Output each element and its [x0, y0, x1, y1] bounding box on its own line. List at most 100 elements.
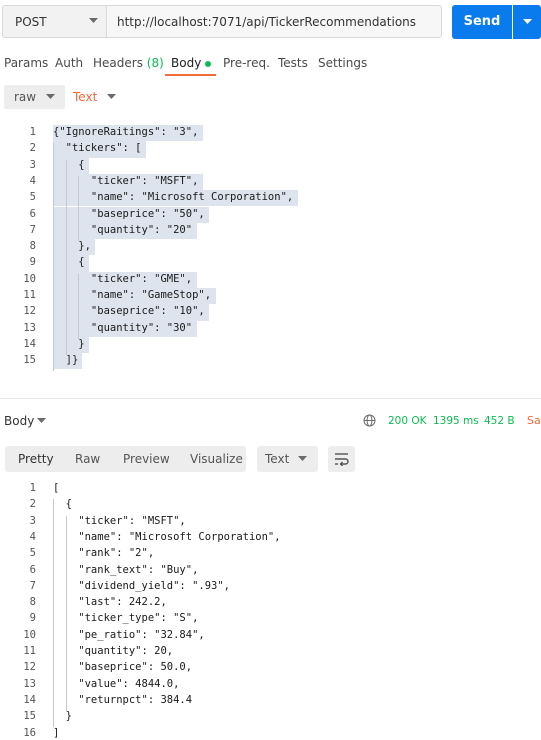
line-number: 8: [29, 596, 36, 609]
indent-guide: [78, 175, 80, 242]
indent-guide: [65, 159, 67, 356]
line-number: 12: [23, 305, 36, 318]
line-number: 8: [29, 240, 36, 253]
line-number: 15: [23, 710, 36, 723]
globe-icon[interactable]: [363, 414, 376, 427]
line-number: 2: [29, 498, 36, 511]
code-line: "baseprice": "10",: [53, 305, 205, 318]
code-line: "value": 4844.0,: [53, 677, 180, 690]
headers-count: (8): [146, 56, 164, 70]
line-number: 7: [29, 223, 36, 236]
code-line: ]: [53, 726, 60, 739]
indent-guide: [78, 273, 80, 339]
code-line: "dividend_yield": ".93",: [53, 579, 231, 592]
tab-tests[interactable]: Tests: [278, 56, 308, 70]
view-tab-preview[interactable]: Preview: [123, 452, 170, 466]
method-label: POST: [15, 15, 47, 29]
indent-guide: [53, 499, 54, 728]
line-number: 16: [23, 726, 36, 739]
indent-guide: [53, 143, 54, 372]
code-line: "baseprice": 50.0,: [53, 661, 193, 674]
line-number: 5: [29, 547, 36, 560]
line-number: 1: [29, 126, 36, 138]
code-line: "quantity": "30": [53, 321, 193, 334]
url-input[interactable]: http://localhost:7071/api/TickerRecommen…: [106, 5, 442, 38]
tab-auth[interactable]: Auth: [55, 56, 83, 70]
code-line: ]}: [53, 354, 79, 367]
response-view-tabs: Pretty Raw Preview Visualize: [5, 446, 246, 472]
response-size[interactable]: 452 B: [484, 415, 515, 427]
indent-guide: [65, 515, 67, 712]
code-line: {"IgnoreRaitings": "3",: [53, 126, 199, 138]
code-line: "tickers": [: [53, 142, 142, 155]
line-number: 3: [29, 158, 36, 171]
send-button[interactable]: Send: [452, 5, 512, 39]
body-mode-select[interactable]: raw: [4, 85, 65, 109]
tab-headers-label: Headers: [93, 56, 143, 70]
response-format-select[interactable]: Text: [257, 446, 318, 472]
line-number: 4: [29, 174, 36, 187]
line-number: 3: [29, 514, 36, 527]
response-format-label: Text: [265, 452, 290, 466]
response-body-viewer[interactable]: 1 [2 {3 "ticker": "MSFT", 4 "name": "Micro…: [0, 480, 541, 739]
chevron-down-icon: [37, 418, 46, 423]
code-line: "ticker": "GME",: [53, 272, 193, 285]
tab-params[interactable]: Params: [4, 56, 48, 70]
code-line: "quantity": "20": [53, 223, 193, 236]
panel-divider[interactable]: [0, 398, 541, 399]
line-number: 14: [23, 337, 36, 350]
code-line: "name": "Microsoft Corporation",: [53, 530, 281, 543]
line-number: 7: [29, 579, 36, 592]
view-tab-pretty[interactable]: Pretty: [18, 452, 54, 466]
line-number: 9: [29, 256, 36, 269]
line-number: 6: [29, 207, 36, 220]
line-number: 1: [29, 482, 36, 494]
code-line: "baseprice": "50",: [53, 207, 205, 220]
status-code[interactable]: 200 OK: [388, 415, 427, 427]
active-tab-underline: [165, 74, 216, 76]
code-line: "ticker": "MSFT",: [53, 514, 186, 527]
code-line: }: [53, 710, 72, 723]
save-response-button[interactable]: Sa: [527, 414, 541, 427]
line-number: 4: [29, 530, 36, 543]
code-line: "last": 242.2,: [53, 596, 167, 609]
code-line: "pe_ratio": "32.84",: [53, 628, 205, 641]
code-line: "ticker_type": "S",: [53, 612, 199, 625]
send-options-button[interactable]: [513, 5, 541, 39]
view-tab-visualize[interactable]: Visualize: [190, 452, 243, 466]
code-line: "ticker": "MSFT",: [53, 174, 199, 187]
body-format-select[interactable]: Text: [73, 90, 97, 104]
code-line: "name": "Microsoft Corporation",: [53, 191, 294, 204]
body-mode-label: raw: [14, 90, 37, 104]
request-body-editor[interactable]: 1 {"IgnoreRaitings": "3", 2 "tickers": [3 …: [0, 124, 541, 374]
url-text: http://localhost:7071/api/TickerRecommen…: [117, 15, 417, 29]
tab-body[interactable]: Body: [171, 56, 212, 70]
tab-settings[interactable]: Settings: [318, 56, 367, 70]
code-line: "name": "GameStop",: [53, 289, 212, 301]
line-number: 5: [29, 191, 36, 204]
view-tab-raw[interactable]: Raw: [75, 452, 100, 466]
line-number: 13: [23, 321, 36, 334]
line-number: 11: [23, 289, 36, 301]
code-line: {: [53, 158, 85, 171]
chevron-down-icon: [298, 456, 307, 461]
line-number: 13: [23, 677, 36, 690]
line-number: 15: [23, 354, 36, 367]
response-time[interactable]: 1395 ms: [433, 415, 479, 427]
line-number: 9: [29, 612, 36, 625]
chevron-down-icon: [107, 94, 116, 99]
code-line: [: [53, 482, 60, 494]
code-line: "quantity": 20,: [53, 645, 174, 657]
code-line: "returnpct": 384.4: [53, 693, 193, 706]
line-number: 14: [23, 693, 36, 706]
tab-headers[interactable]: Headers (8): [93, 56, 164, 70]
tab-prerequest[interactable]: Pre-req.: [223, 56, 270, 70]
method-select[interactable]: POST: [2, 5, 106, 38]
line-number: 2: [29, 142, 36, 155]
code-line: {: [53, 498, 72, 511]
code-line: },: [53, 240, 91, 253]
chevron-down-icon: [46, 94, 55, 99]
response-section-label[interactable]: Body: [4, 414, 34, 428]
code-line: "rank": "2",: [53, 547, 155, 560]
wrap-lines-button[interactable]: [328, 446, 355, 472]
